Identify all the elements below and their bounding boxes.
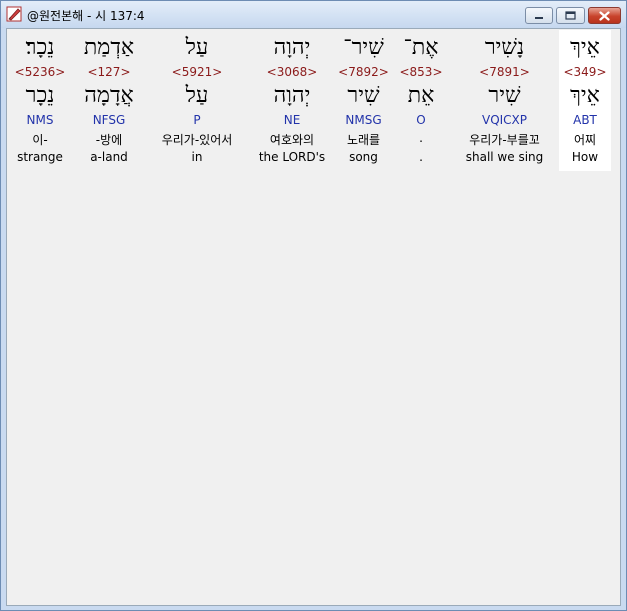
english-gloss: in xyxy=(191,150,203,164)
english-gloss: a-land xyxy=(90,150,128,164)
strong-number[interactable]: <127> xyxy=(73,65,145,79)
korean-gloss: 이- xyxy=(32,133,48,147)
english-gloss: strange xyxy=(17,150,63,164)
word-column[interactable]: אַדְמַת <127> אֲדָמָה NFSG -방에 a-land xyxy=(73,30,145,171)
word-column[interactable]: עַל <5921> עַל P 우리가-있어서 in xyxy=(145,30,249,171)
app-pen-icon[interactable] xyxy=(6,6,22,22)
close-button[interactable] xyxy=(588,7,621,24)
strong-number[interactable]: <349> xyxy=(559,65,611,79)
english-gloss: . xyxy=(419,150,423,164)
hebrew-word: אֶת־ xyxy=(403,35,439,60)
korean-gloss: 우리가-부를꼬 xyxy=(469,133,540,147)
hebrew-word: נָשִׁיר xyxy=(484,35,525,60)
strong-number[interactable]: <5236> xyxy=(7,65,73,79)
hebrew-lemma: עַל xyxy=(185,83,209,108)
parsing-code: ABT xyxy=(573,113,597,127)
interlinear-panel: נֵכָר׃ <5236> נֵכָר NMS 이- strange אַדְמ… xyxy=(6,28,621,606)
maximize-button[interactable] xyxy=(556,7,585,24)
title-bar[interactable]: @원전본해 - 시 137:4 xyxy=(1,1,626,28)
word-column[interactable]: יְהוָה <3068> יְהוָה NE 여호와의 the LORD's xyxy=(249,30,335,171)
strong-number[interactable]: <3068> xyxy=(249,65,335,79)
hebrew-word: עַל xyxy=(185,35,209,60)
english-gloss: song xyxy=(349,150,378,164)
parsing-code: NFSG xyxy=(92,113,126,127)
word-column[interactable]: שִׁיר־ <7892> שִׁיר NMSG 노래를 song xyxy=(335,30,392,171)
maximize-icon xyxy=(565,11,576,20)
parsing-code: NMSG xyxy=(345,113,382,127)
strong-number[interactable]: <853> xyxy=(392,65,450,79)
hebrew-lemma: אֵיךְ xyxy=(570,83,600,108)
hebrew-lemma: אֲדָמָה xyxy=(84,83,134,108)
korean-gloss: 우리가-있어서 xyxy=(161,133,233,147)
hebrew-lemma: יְהוָה xyxy=(273,83,311,108)
english-gloss: How xyxy=(571,150,599,164)
korean-gloss: 노래를 xyxy=(346,133,381,147)
hebrew-word: שִׁיר־ xyxy=(343,35,384,60)
strong-number[interactable]: <7892> xyxy=(335,65,392,79)
window-title: @원전본해 - 시 137:4 xyxy=(27,9,145,23)
hebrew-word: אַדְמַת xyxy=(83,35,135,60)
hebrew-word: אֵיךְ xyxy=(570,35,600,60)
parsing-code: NE xyxy=(283,113,301,127)
english-gloss: the LORD's xyxy=(258,150,326,164)
korean-gloss: 여호와의 xyxy=(269,133,315,147)
parsing-code: P xyxy=(193,113,201,127)
english-gloss: shall we sing xyxy=(465,150,544,164)
close-icon xyxy=(599,10,610,21)
korean-gloss: . xyxy=(419,131,423,145)
parsing-code: NMS xyxy=(26,113,54,127)
parsing-code: O xyxy=(416,113,426,127)
app-window: @원전본해 - 시 137:4 נֵכָר׃ <5236> נֵכָר NMS … xyxy=(0,0,627,611)
hebrew-lemma: אֵת xyxy=(407,83,435,108)
word-column[interactable]: נֵכָר׃ <5236> נֵכָר NMS 이- strange xyxy=(7,30,73,171)
word-column[interactable]: נָשִׁיר <7891> שִׁיר VQICXP 우리가-부를꼬 shal… xyxy=(450,30,559,171)
hebrew-word: נֵכָר׃ xyxy=(25,35,55,60)
minimize-button[interactable] xyxy=(525,7,553,24)
strong-number[interactable]: <5921> xyxy=(145,65,249,79)
korean-gloss: -방에 xyxy=(95,133,123,147)
strong-number[interactable]: <7891> xyxy=(450,65,559,79)
korean-gloss: 어찌 xyxy=(573,133,597,147)
minimize-icon xyxy=(535,16,543,19)
hebrew-lemma: שִׁיר xyxy=(488,83,521,108)
hebrew-lemma: שִׁיר xyxy=(347,83,380,108)
parsing-code: VQICXP xyxy=(481,113,528,127)
hebrew-lemma: נֵכָר xyxy=(25,83,55,108)
word-column[interactable]: אֶת־ <853> אֵת O . . xyxy=(392,30,450,171)
hebrew-word: יְהוָה xyxy=(273,35,311,60)
word-column-selected[interactable]: אֵיךְ <349> אֵיךְ ABT 어찌 How xyxy=(559,30,611,171)
